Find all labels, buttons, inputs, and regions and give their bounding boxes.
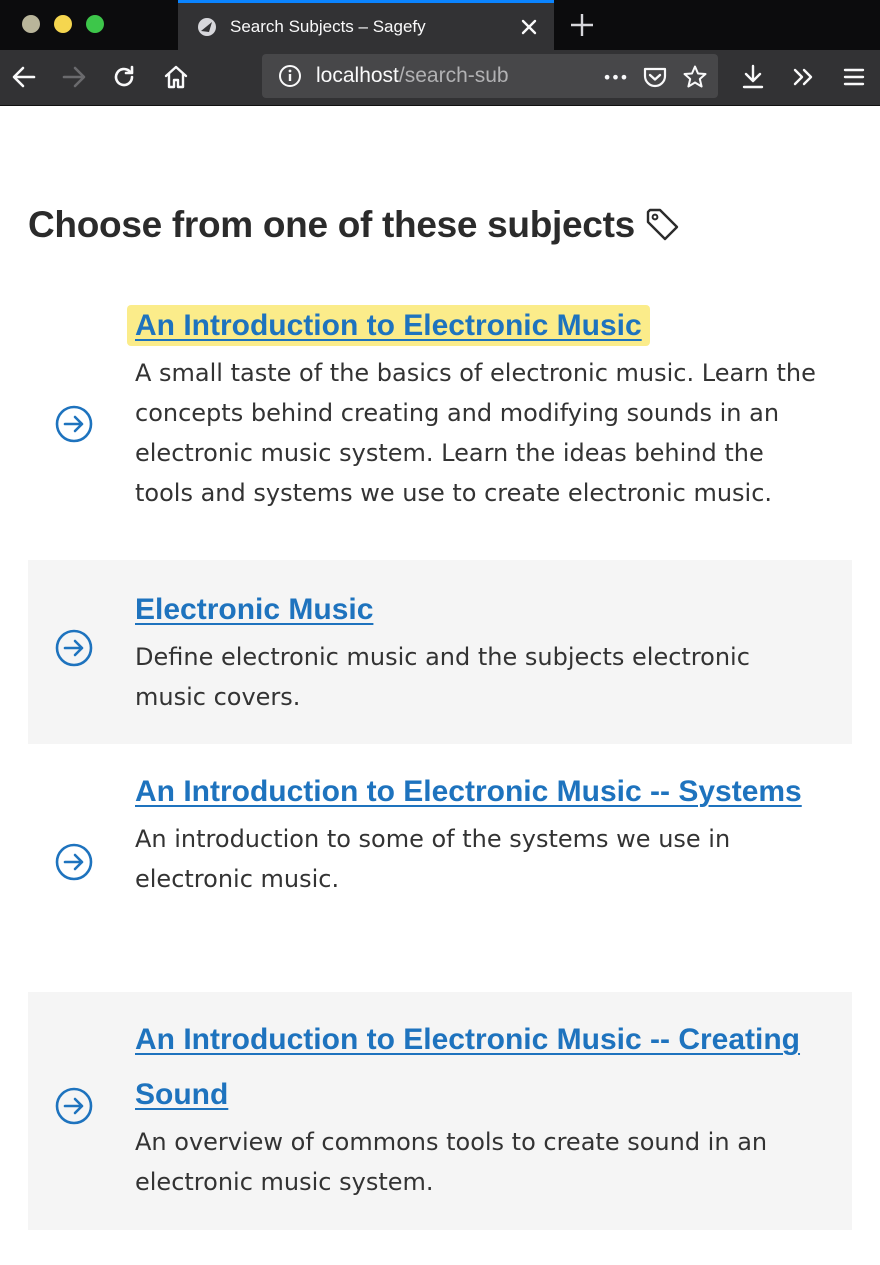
tab-title: Search Subjects – Sagefy [230,16,426,36]
subject-link[interactable]: Electronic Music [135,593,373,626]
page-title: Choose from one of these subjects [28,106,852,246]
navigation-toolbar: localhost/search-sub ••• [0,50,880,106]
subject-link[interactable]: An Introduction to Electronic Music -- S… [135,775,802,808]
subject-link[interactable]: An Introduction to Electronic Music -- C… [135,1023,800,1111]
info-icon[interactable] [278,64,302,88]
subject-link[interactable]: An Introduction to Electronic Music [127,305,650,346]
arrow-circle-right-icon[interactable] [54,404,94,444]
subject-description: An overview of commons tools to create s… [135,1128,768,1196]
forward-icon[interactable] [58,61,90,93]
subject-card: An Introduction to Electronic Music -- S… [28,744,852,992]
maximize-window-button[interactable] [86,15,104,33]
back-icon[interactable] [8,61,40,93]
subject-description: Define electronic music and the subjects… [135,643,750,711]
close-icon[interactable] [514,12,544,42]
subject-list: An Introduction to Electronic Music A sm… [28,286,852,1230]
menu-icon[interactable] [838,61,870,93]
tag-icon [645,207,681,243]
window-controls [22,15,104,33]
url-path: /search-sub [398,64,509,87]
url-bar[interactable]: localhost/search-sub ••• [262,54,718,98]
more-icon[interactable]: ••• [600,62,630,92]
arrow-circle-right-icon[interactable] [54,842,94,882]
page-actions-label: ••• [602,67,628,87]
arrow-circle-right-icon[interactable] [54,628,94,668]
minimize-window-button[interactable] [54,15,72,33]
url-host: localhost [316,64,399,87]
arrow-circle-right-icon[interactable] [54,1086,94,1126]
home-icon[interactable] [160,61,192,93]
subject-card: An Introduction to Electronic Music A sm… [28,286,852,560]
download-icon[interactable] [737,61,769,93]
window-titlebar: Search Subjects – Sagefy [0,0,880,50]
subject-card: Electronic Music Define electronic music… [28,560,852,744]
browser-tab[interactable]: Search Subjects – Sagefy [178,0,554,50]
subject-description: A small taste of the basics of electroni… [135,359,816,507]
subject-card: An Introduction to Electronic Music -- C… [28,992,852,1230]
pocket-icon[interactable] [640,62,670,92]
plus-icon[interactable] [566,9,598,41]
overflow-icon[interactable] [788,61,820,93]
url-text[interactable]: localhost/search-sub [316,64,548,88]
page-heading-text: Choose from one of these subjects [28,204,635,245]
reload-icon[interactable] [108,61,140,93]
star-icon[interactable] [680,62,710,92]
page-content: Choose from one of these subjects An Int… [0,106,880,1230]
subject-description: An introduction to some of the systems w… [135,825,731,893]
close-window-button[interactable] [22,15,40,33]
tab-favicon-icon [196,16,218,38]
